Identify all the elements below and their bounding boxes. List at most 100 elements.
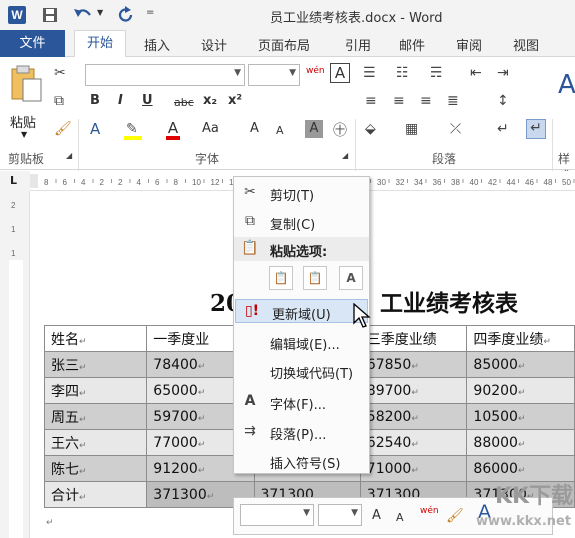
paste-button[interactable]: 粘贴 ▼ bbox=[8, 65, 44, 139]
mini-phonetic-button[interactable]: wén bbox=[420, 503, 439, 519]
strikethrough-button[interactable]: abc bbox=[174, 95, 194, 111]
asian-layout-icon[interactable]: ↵ bbox=[526, 119, 546, 139]
grow-font-button[interactable]: A bbox=[250, 121, 259, 137]
align-center-icon[interactable]: ≡ bbox=[393, 93, 405, 109]
header-cell[interactable]: 三季度业绩 bbox=[359, 325, 468, 352]
ruler-number: 34 bbox=[414, 178, 423, 187]
highlight-icon[interactable]: ✎ bbox=[124, 121, 142, 140]
justify-icon[interactable]: ≣ bbox=[447, 93, 459, 109]
table-cell[interactable]: 71000↵ bbox=[359, 455, 468, 482]
table-cell[interactable]: 10500↵ bbox=[466, 403, 575, 430]
ribbon: 粘贴 ▼ ✂ ⧉ 🖌 ▼ ▼ wén A B I U abc x₂ x² A ✎… bbox=[0, 57, 575, 222]
char-shading-button[interactable]: A bbox=[305, 120, 323, 138]
table-cell[interactable]: 88000↵ bbox=[466, 429, 575, 456]
table-cell[interactable]: 陈七↵ bbox=[43, 455, 148, 482]
ruler-number: 8 bbox=[44, 178, 49, 187]
table-cell[interactable]: 张三↵ bbox=[43, 351, 148, 378]
align-left-icon[interactable]: ≡ bbox=[365, 93, 377, 109]
undo-icon[interactable] bbox=[72, 6, 94, 24]
paste-keep-text-only-icon[interactable]: A bbox=[339, 266, 363, 290]
menu-item-toggle-field-codes[interactable]: 切换域代码(T) bbox=[234, 359, 369, 383]
table-cell[interactable]: 85000↵ bbox=[466, 351, 575, 378]
tab-review[interactable]: 审阅 bbox=[456, 35, 482, 54]
menu-item-label: 粘贴选项: bbox=[270, 245, 328, 260]
bullets-icon[interactable]: ☰ bbox=[363, 65, 376, 81]
tab-file[interactable]: 文件 bbox=[0, 30, 65, 57]
align-right-icon[interactable]: ≡ bbox=[420, 93, 432, 109]
font-name-combo[interactable]: ▼ bbox=[85, 64, 245, 86]
ruler-number: 6 bbox=[155, 178, 160, 187]
bold-button[interactable]: B bbox=[90, 93, 100, 109]
styles-gallery[interactable]: A bbox=[558, 72, 575, 98]
save-icon[interactable] bbox=[42, 7, 58, 23]
table-cell[interactable]: 合计↵ bbox=[43, 481, 148, 508]
mini-font-name-combo[interactable]: ▼ bbox=[240, 504, 314, 526]
tab-insert[interactable]: 插入 bbox=[144, 35, 170, 54]
table-cell[interactable]: 90200↵ bbox=[466, 377, 575, 404]
tab-references[interactable]: 引用 bbox=[345, 35, 371, 54]
char-border-button[interactable]: A bbox=[330, 63, 350, 83]
menu-item-font[interactable]: A 字体(F)... bbox=[234, 390, 369, 414]
font-color-button[interactable]: A bbox=[166, 120, 180, 140]
line-spacing-icon[interactable]: ↕ bbox=[497, 93, 509, 109]
table-cell[interactable]: 周五↵ bbox=[43, 403, 148, 430]
table-cell[interactable]: 67850↵ bbox=[359, 351, 468, 378]
paste-dropdown[interactable]: ▼ bbox=[21, 130, 27, 139]
paste-keep-source-formatting-icon[interactable]: 📋 bbox=[269, 266, 293, 290]
menu-item-update-field[interactable]: ▯! 更新域(U) bbox=[235, 299, 368, 323]
format-painter-icon[interactable]: 🖌 bbox=[54, 121, 72, 137]
clipboard-launcher-icon[interactable]: ◢ bbox=[66, 151, 72, 160]
menu-item-insert-symbol[interactable]: 插入符号(S) bbox=[234, 449, 369, 473]
table-cell[interactable]: 89700↵ bbox=[359, 377, 468, 404]
tab-design[interactable]: 设计 bbox=[201, 35, 227, 54]
multilevel-list-icon[interactable]: ☴ bbox=[430, 65, 443, 81]
customize-qa-icon[interactable]: = bbox=[146, 7, 154, 18]
tab-view[interactable]: 视图 bbox=[513, 35, 539, 54]
menu-item-copy[interactable]: ⧉ 复制(C) bbox=[234, 210, 369, 234]
borders-icon[interactable]: ▦ bbox=[405, 121, 418, 137]
paste-merge-formatting-icon[interactable]: 📋 bbox=[303, 266, 327, 290]
table-cell[interactable]: 王六↵ bbox=[43, 429, 148, 456]
tab-home[interactable]: 开始 bbox=[74, 30, 126, 58]
mini-format-painter-icon[interactable]: 🖌 bbox=[446, 508, 464, 524]
menu-item-paragraph[interactable]: ⇉ 段落(P)... bbox=[234, 420, 369, 444]
subscript-button[interactable]: x₂ bbox=[203, 93, 217, 109]
redo-icon[interactable] bbox=[117, 6, 135, 24]
word-app-icon: W bbox=[8, 6, 26, 24]
mini-shrink-font-button[interactable]: A bbox=[396, 510, 404, 526]
clipboard-icon: 📋 bbox=[241, 240, 259, 256]
mini-font-size-combo[interactable]: ▼ bbox=[318, 504, 362, 526]
header-cell[interactable]: 姓名↵ bbox=[43, 325, 148, 352]
header-cell[interactable]: 四季度业绩↵ bbox=[466, 325, 575, 352]
undo-dropdown[interactable]: ▼ bbox=[97, 8, 103, 17]
superscript-button[interactable]: x² bbox=[228, 93, 242, 109]
table-cell[interactable]: 58200↵ bbox=[359, 403, 468, 430]
italic-button[interactable]: I bbox=[118, 93, 123, 109]
table-cell[interactable]: 62540↵ bbox=[359, 429, 468, 456]
decrease-indent-icon[interactable]: ⇤ bbox=[470, 65, 482, 81]
change-case-button[interactable]: Aa bbox=[202, 121, 219, 137]
show-marks-icon[interactable]: ↵ bbox=[497, 121, 509, 137]
scissors-icon: ✂ bbox=[244, 184, 256, 200]
menu-item-edit-field[interactable]: 编辑域(E)... bbox=[234, 330, 369, 354]
enclose-char-icon[interactable]: ㊉ bbox=[333, 120, 347, 140]
menu-item-cut[interactable]: ✂ 剪切(T) bbox=[234, 181, 369, 205]
font-launcher-icon[interactable]: ◢ bbox=[342, 151, 348, 160]
menu-item-label: 剪切(T) bbox=[270, 189, 315, 204]
increase-indent-icon[interactable]: ⇥ bbox=[497, 65, 509, 81]
shrink-font-button[interactable]: A bbox=[276, 123, 284, 139]
phonetic-guide-button[interactable]: wén bbox=[306, 63, 325, 79]
shading-icon[interactable]: ⬙ bbox=[365, 121, 376, 137]
mini-grow-font-button[interactable]: A bbox=[372, 508, 381, 524]
tab-page-layout[interactable]: 页面布局 bbox=[258, 35, 310, 54]
underline-button[interactable]: U bbox=[142, 93, 153, 109]
tab-selector[interactable]: L bbox=[10, 174, 17, 187]
font-size-combo[interactable]: ▼ bbox=[248, 64, 300, 86]
sort-icon[interactable]: ⤫ bbox=[450, 121, 461, 137]
copy-icon[interactable]: ⧉ bbox=[54, 93, 64, 109]
table-cell[interactable]: 李四↵ bbox=[43, 377, 148, 404]
tab-mailings[interactable]: 邮件 bbox=[399, 35, 425, 54]
cut-icon[interactable]: ✂ bbox=[54, 65, 66, 81]
numbering-icon[interactable]: ☷ bbox=[396, 65, 409, 81]
text-effects-button[interactable]: A bbox=[90, 121, 100, 137]
